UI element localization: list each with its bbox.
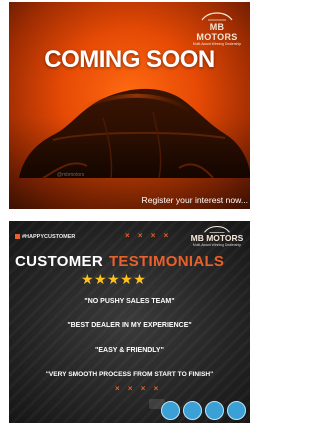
five-star-rating-icon: ★★★★★ bbox=[81, 271, 147, 287]
title-testimonials: TESTIMONIALS bbox=[108, 253, 225, 270]
brand-logo: MB MOTORS Multi-Award Winning Dealership bbox=[188, 10, 246, 47]
testimonials-title: CUSTOMER TESTIMONIALS bbox=[15, 253, 224, 270]
listing-media-panel: MB MOTORS Multi-Award Winning Dealership… bbox=[0, 0, 257, 423]
car-outline-icon bbox=[201, 12, 233, 21]
brand-logo: MB MOTORS Multi-Award Winning Dealership bbox=[188, 224, 246, 248]
award-badge-icon bbox=[205, 401, 224, 420]
customer-testimonials-image-card[interactable]: #HAPPYCUSTOMER × × × × MB MOTORS Multi-A… bbox=[9, 221, 250, 423]
covered-car-icon bbox=[19, 88, 250, 179]
testimonial-quote: "NO PUSHY SALES TEAM" bbox=[84, 298, 175, 305]
brand-name: MB MOTORS bbox=[196, 22, 238, 42]
testimonial-quote: "VERY SMOOTH PROCESS FROM START TO FINIS… bbox=[45, 371, 214, 378]
testimonial-quote: "BEST DEALER IN MY EXPERIENCE" bbox=[67, 322, 192, 329]
testimonial-quote: "EASY & FRIENDLY" bbox=[95, 347, 164, 354]
award-badge-icon bbox=[183, 401, 202, 420]
register-interest-text: Register your interest now... bbox=[141, 195, 248, 205]
coming-soon-headline: COMING SOON bbox=[44, 46, 215, 73]
image-watermark: @mbmotors bbox=[57, 172, 85, 178]
coming-soon-image-card[interactable]: MB MOTORS Multi-Award Winning Dealership… bbox=[9, 2, 250, 209]
award-badge-icon bbox=[227, 401, 246, 420]
award-badge-icon bbox=[161, 401, 180, 420]
hashtag-marker-icon bbox=[15, 234, 20, 239]
decorative-crosses-bottom: × × × × bbox=[115, 384, 162, 393]
award-badges bbox=[161, 401, 246, 420]
hashtag-text: #HAPPYCUSTOMER bbox=[22, 234, 76, 240]
brand-tagline: Multi-Award Winning Dealership bbox=[192, 243, 242, 247]
decorative-crosses-top: × × × × bbox=[125, 231, 172, 240]
title-customer: CUSTOMER bbox=[15, 253, 103, 270]
brand-name: MB MOTORS bbox=[190, 233, 244, 243]
hashtag-label: #HAPPYCUSTOMER bbox=[15, 234, 75, 240]
